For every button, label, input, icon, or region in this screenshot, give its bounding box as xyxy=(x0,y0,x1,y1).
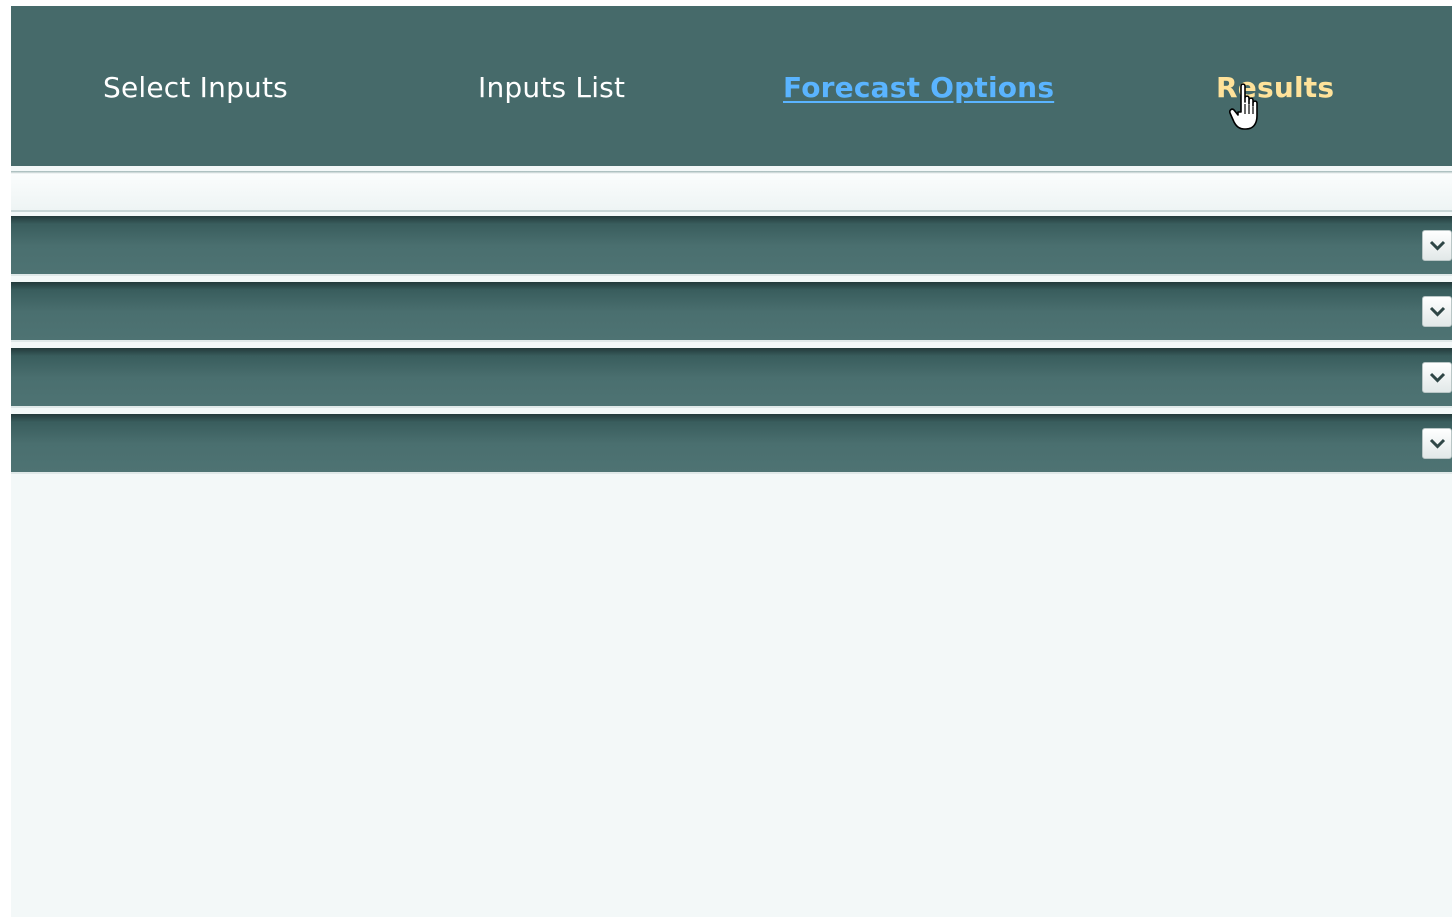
top-navigation-bar: Select Inputs Inputs List Forecast Optio… xyxy=(11,6,1452,166)
app-container: Select Inputs Inputs List Forecast Optio… xyxy=(11,6,1452,917)
collapsible-panel-4[interactable] xyxy=(11,414,1452,474)
chevron-down-icon xyxy=(1429,372,1446,383)
expand-panel-3-button[interactable] xyxy=(1422,362,1452,393)
sub-toolbar xyxy=(11,174,1452,212)
chevron-down-icon xyxy=(1429,240,1446,251)
content-area xyxy=(11,476,1452,917)
collapsible-panel-1[interactable] xyxy=(11,216,1452,276)
nav-forecast-options[interactable]: Forecast Options xyxy=(783,68,1054,108)
expand-panel-2-button[interactable] xyxy=(1422,296,1452,327)
expand-panel-1-button[interactable] xyxy=(1422,230,1452,261)
chevron-down-icon xyxy=(1429,438,1446,449)
collapsible-panel-2[interactable] xyxy=(11,282,1452,342)
chevron-down-icon xyxy=(1429,306,1446,317)
nav-inputs-list[interactable]: Inputs List xyxy=(478,68,625,108)
nav-results[interactable]: Results xyxy=(1216,68,1334,108)
collapsible-panel-3[interactable] xyxy=(11,348,1452,408)
expand-panel-4-button[interactable] xyxy=(1422,428,1452,459)
nav-select-inputs[interactable]: Select Inputs xyxy=(103,68,288,108)
